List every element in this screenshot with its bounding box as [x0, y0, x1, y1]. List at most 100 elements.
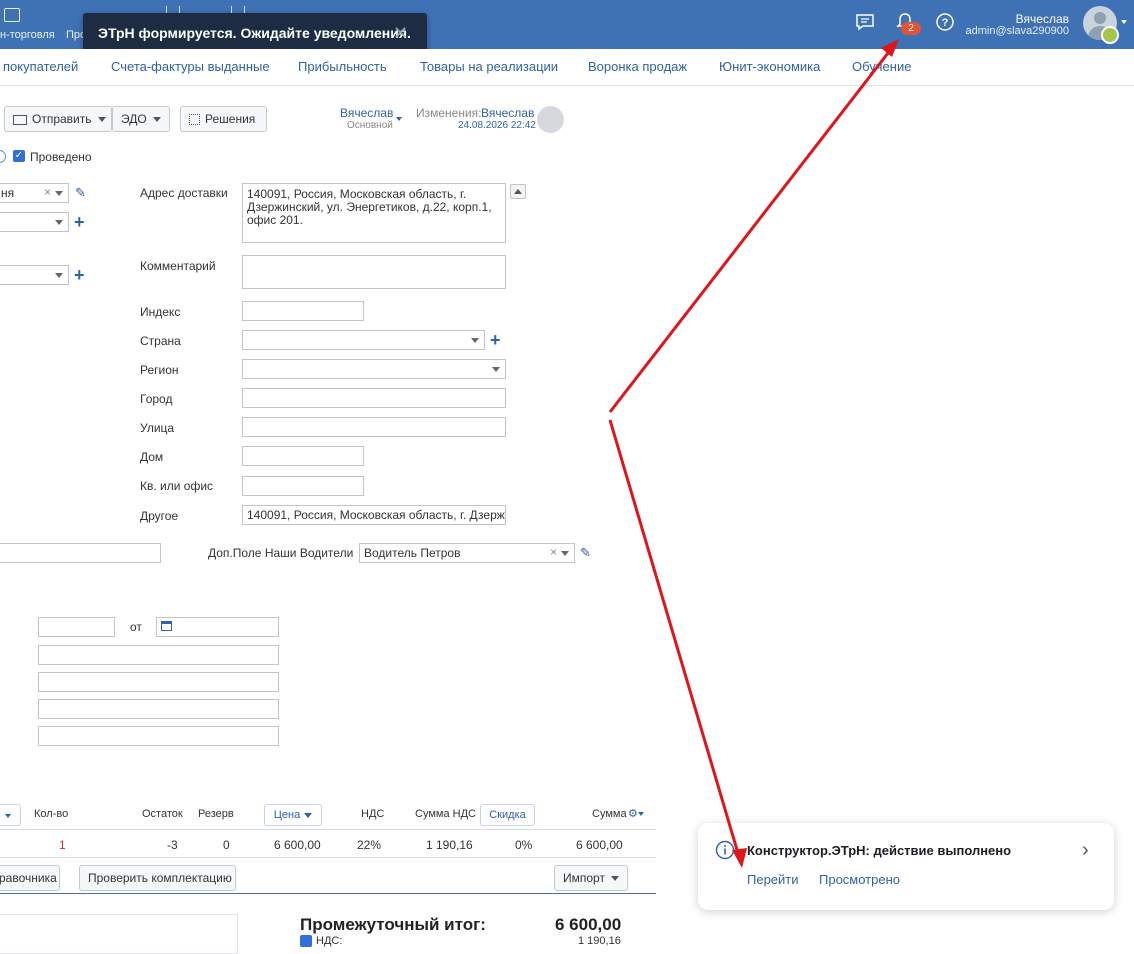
posted-checkbox[interactable]: ✓ — [13, 150, 25, 162]
street-input[interactable] — [242, 417, 506, 437]
send-button[interactable]: Отправить — [4, 106, 112, 132]
doc-input-3[interactable] — [38, 699, 279, 719]
settings-gear-icon[interactable]: ⚙ — [628, 807, 638, 820]
left-select-3[interactable] — [0, 265, 69, 285]
notes-box[interactable] — [0, 914, 238, 954]
go-link[interactable]: Перейти — [747, 872, 799, 887]
country-label: Страна — [140, 334, 181, 348]
add-icon[interactable]: + — [74, 266, 85, 284]
add-from-catalog-button[interactable]: равочника — [0, 865, 60, 891]
solutions-button[interactable]: Решения — [180, 106, 267, 132]
header-vat: НДС — [361, 808, 384, 820]
tab-consignment-goods[interactable]: Товары на реализации — [420, 59, 558, 74]
chevron-right-icon[interactable]: › — [1082, 839, 1089, 862]
nav-item-trade[interactable]: н-торговля — [0, 29, 55, 41]
chevron-up-icon — [514, 189, 522, 194]
help-icon[interactable]: ? — [935, 12, 955, 32]
discount-column-button[interactable]: Скидка — [480, 804, 535, 826]
chevron-down-icon[interactable] — [1121, 20, 1127, 24]
check-kit-button[interactable]: Проверить комплектацию — [79, 865, 236, 891]
comment-field[interactable] — [242, 255, 506, 289]
annotation-arrow-line — [610, 420, 740, 860]
owner-name[interactable]: Вячеслав — [340, 106, 393, 120]
index-label: Индекс — [140, 305, 180, 319]
clear-icon[interactable]: × — [44, 185, 51, 199]
edit-pencil-icon[interactable]: ✎ — [75, 185, 86, 201]
city-label: Город — [140, 392, 172, 406]
notification-count-badge: 2 — [901, 22, 921, 35]
store-icon[interactable] — [4, 8, 20, 22]
house-label: Дом — [140, 450, 163, 464]
vat-value: 1 190,16 — [578, 935, 621, 947]
region-select[interactable] — [242, 359, 506, 379]
add-icon[interactable]: + — [74, 213, 85, 231]
tab-unit-economics[interactable]: Юнит-экономика — [719, 59, 820, 74]
tab-learning[interactable]: Обучение — [852, 59, 911, 74]
viewed-link[interactable]: Просмотрено — [819, 872, 900, 887]
left-input[interactable] — [0, 543, 161, 563]
vat-checkbox[interactable] — [300, 935, 312, 947]
chat-icon[interactable] — [855, 12, 875, 32]
tab-sales-funnel[interactable]: Воронка продаж — [588, 59, 687, 74]
left-select-2[interactable] — [0, 212, 69, 232]
index-input[interactable] — [242, 301, 364, 321]
country-select[interactable] — [242, 330, 485, 350]
changes-label: Изменения: — [416, 106, 482, 120]
calendar-icon[interactable] — [161, 621, 172, 631]
edit-pencil-icon[interactable]: ✎ — [580, 545, 591, 561]
comment-label: Комментарий — [140, 259, 216, 273]
owner-role: Основной — [347, 120, 393, 131]
apartment-input[interactable] — [242, 476, 364, 496]
date-input[interactable] — [156, 617, 279, 637]
tab-customers[interactable]: покупателей — [3, 59, 78, 74]
cell-price[interactable]: 6 600,00 — [274, 838, 321, 852]
price-header: Цена — [274, 809, 300, 821]
doc-input-2[interactable] — [38, 672, 279, 692]
envelope-icon — [13, 115, 27, 125]
price-column-button[interactable]: Цена — [264, 804, 322, 826]
chevron-down-icon — [611, 876, 619, 881]
add-icon[interactable]: + — [490, 331, 501, 349]
toast-message: ЭТрН формируется. Ожидайте уведомления. — [98, 25, 411, 41]
user-email[interactable]: admin@slava290900 — [965, 25, 1069, 37]
chevron-down-icon — [153, 117, 161, 122]
street-label: Улица — [140, 421, 174, 435]
header-reserve: Резерв — [198, 808, 234, 820]
collapse-button[interactable] — [510, 184, 526, 199]
edo-button[interactable]: ЭДО — [112, 106, 170, 132]
changes-user[interactable]: Вячеслав — [481, 106, 534, 120]
counterparty-select[interactable]: ня × — [0, 183, 69, 203]
edo-label: ЭДО — [121, 112, 147, 126]
header-stock: Остаток — [142, 808, 183, 820]
close-icon[interactable]: ✕ — [393, 23, 408, 44]
house-input[interactable] — [242, 446, 364, 466]
user-name[interactable]: Вячеслав — [1016, 12, 1069, 26]
annotation-arrow-line — [610, 44, 895, 412]
progress-toast: ЭТрН формируется. Ожидайте уведомления. … — [83, 13, 427, 53]
column-menu-button[interactable] — [0, 804, 21, 826]
tab-invoices-issued[interactable]: Счета-фактуры выданные — [111, 59, 270, 74]
import-button[interactable]: Импорт — [554, 865, 628, 891]
drivers-select[interactable]: Водитель Петров × — [359, 543, 575, 563]
changed-by-avatar — [537, 106, 564, 133]
tab-profitability[interactable]: Прибыльность — [298, 59, 387, 74]
apartment-label: Кв. или офис — [140, 479, 213, 493]
notification-title: Конструктор.ЭТрН: действие выполнено — [747, 843, 1011, 858]
chevron-down-icon[interactable] — [396, 117, 402, 121]
status-radio[interactable] — [0, 150, 6, 163]
cell-vat: 22% — [357, 838, 381, 852]
other-address-input[interactable]: 140091, Россия, Московская область, г. Д… — [242, 505, 506, 525]
grid-icon — [189, 114, 200, 125]
cell-discount[interactable]: 0% — [515, 838, 532, 852]
number-input[interactable] — [38, 617, 115, 637]
chevron-down-icon[interactable] — [638, 812, 644, 816]
region-label: Регион — [140, 363, 179, 377]
cell-reserve: 0 — [223, 838, 230, 852]
delivery-address-field[interactable]: 140091, Россия, Московская область, г. Д… — [242, 183, 506, 243]
cell-qty[interactable]: 1 — [59, 838, 66, 852]
city-input[interactable] — [242, 388, 506, 408]
doc-input-4[interactable] — [38, 726, 279, 746]
clear-icon[interactable]: × — [550, 545, 557, 559]
doc-input-1[interactable] — [38, 645, 279, 665]
section-divider — [0, 893, 656, 894]
